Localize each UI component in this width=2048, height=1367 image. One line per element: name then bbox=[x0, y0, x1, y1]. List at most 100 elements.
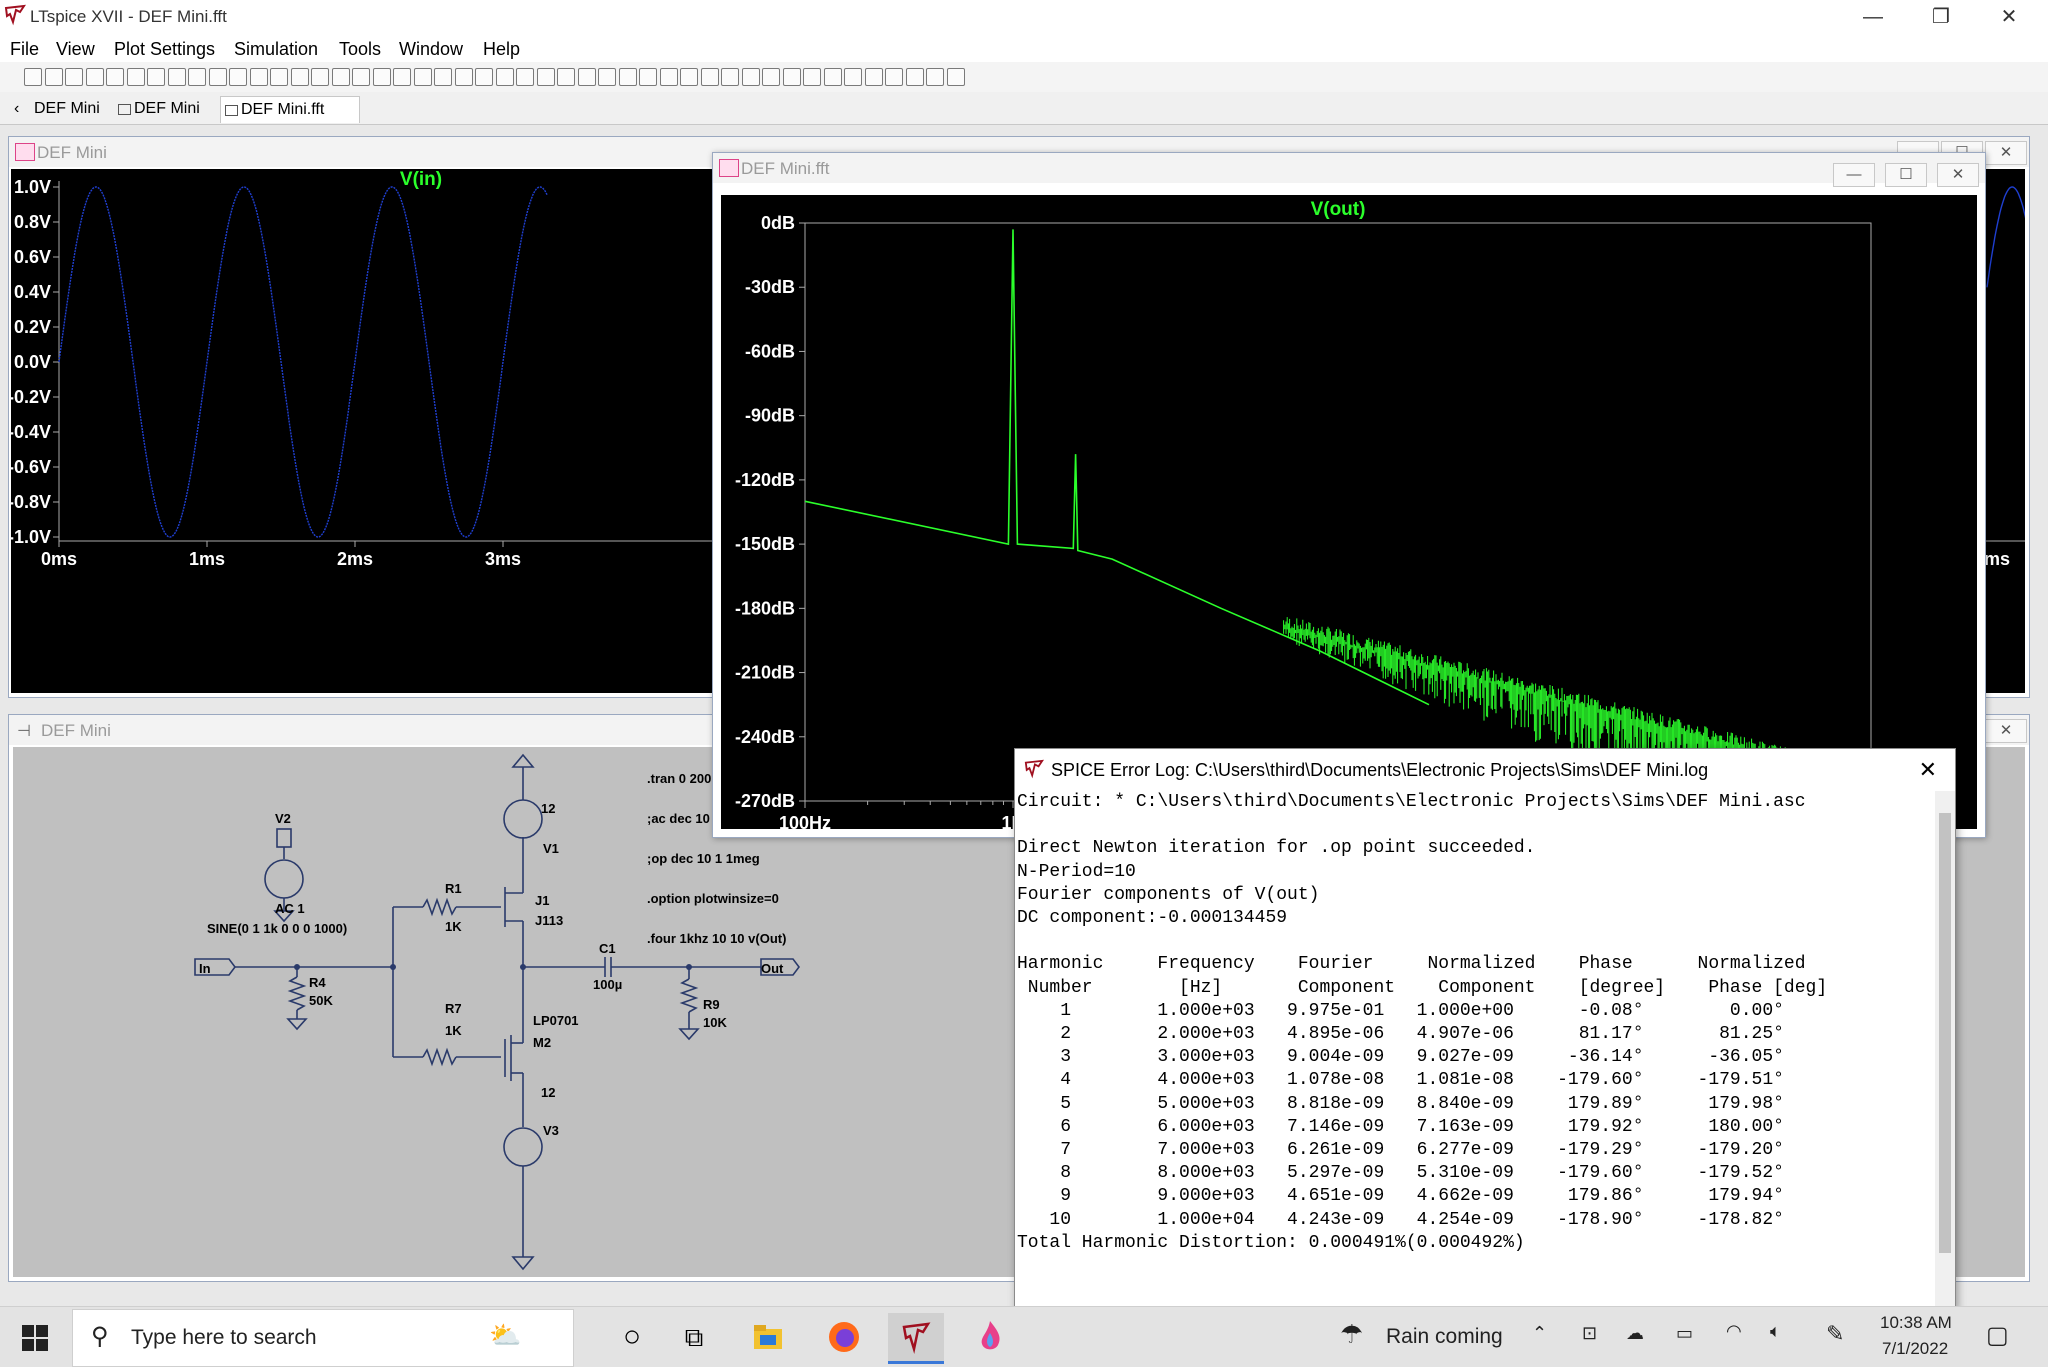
toolbar-button[interactable] bbox=[44, 68, 63, 86]
toolbar-button[interactable] bbox=[598, 68, 616, 86]
app-flame-icon[interactable] bbox=[962, 1313, 1018, 1361]
toolbar-button[interactable] bbox=[208, 68, 227, 86]
toolbar-button[interactable] bbox=[700, 68, 719, 86]
toolbar-button[interactable] bbox=[147, 68, 165, 86]
scrollbar-thumb[interactable] bbox=[1939, 813, 1951, 1253]
toolbar-button[interactable] bbox=[229, 68, 247, 86]
toolbar-button[interactable] bbox=[946, 68, 965, 86]
onedrive-icon[interactable]: ☁ bbox=[1626, 1323, 1644, 1344]
tab-def-mini-fft[interactable]: DEF Mini.fft bbox=[220, 96, 360, 123]
toolbar-button[interactable] bbox=[577, 68, 596, 86]
toolbar-button[interactable] bbox=[557, 68, 575, 86]
toolbar-button[interactable] bbox=[331, 68, 350, 86]
toolbar-button[interactable] bbox=[721, 68, 739, 86]
toolbar-button[interactable] bbox=[823, 68, 842, 86]
toolbar-button[interactable] bbox=[659, 68, 678, 86]
maximize-button[interactable]: ☐ bbox=[1885, 163, 1927, 187]
toolbar-button[interactable] bbox=[372, 68, 391, 86]
clock-date[interactable]: 7/1/2022 bbox=[1882, 1339, 1948, 1359]
menu-plot-settings[interactable]: Plot Settings bbox=[114, 39, 215, 60]
search-box[interactable]: ⚲ Type here to search ⛅ bbox=[72, 1309, 574, 1367]
close-button[interactable]: ✕ bbox=[1985, 719, 2027, 743]
vout-fft-chart[interactable]: 0dB -30dB -60dB -90dB -120dB -150dB -180dB -210… bbox=[721, 195, 1977, 833]
toolbar-button[interactable] bbox=[803, 68, 821, 86]
toolbar-button[interactable] bbox=[167, 68, 186, 86]
toolbar-button[interactable] bbox=[126, 68, 145, 86]
toolbar-button[interactable] bbox=[434, 68, 452, 86]
toolbar-button[interactable] bbox=[188, 68, 206, 86]
error-log-titlebar[interactable]: SPICE Error Log: C:\Users\third\Document… bbox=[1015, 749, 1955, 791]
menu-help[interactable]: Help bbox=[483, 39, 520, 60]
toolbar-button[interactable] bbox=[926, 68, 944, 86]
toolbar-button[interactable] bbox=[844, 68, 862, 86]
fft-plot-area[interactable]: 0dB -30dB -60dB -90dB -120dB -150dB -180dB -210… bbox=[721, 195, 1977, 833]
toolbar-button[interactable] bbox=[516, 68, 534, 86]
error-log-text[interactable]: Circuit: * C:\Users\third\Documents\Elec… bbox=[1015, 791, 1935, 1307]
cortana-icon[interactable]: ○ bbox=[604, 1313, 660, 1361]
toolbar-button[interactable] bbox=[495, 68, 514, 86]
menu-simulation[interactable]: Simulation bbox=[234, 39, 318, 60]
minimize-button[interactable]: — bbox=[1833, 163, 1875, 187]
meet-now-icon[interactable]: ⊡ bbox=[1582, 1323, 1597, 1344]
weather-text[interactable]: Rain coming bbox=[1386, 1325, 1503, 1349]
chevron-up-icon[interactable]: ⌃ bbox=[1532, 1323, 1547, 1344]
toolbar-button[interactable] bbox=[106, 68, 124, 86]
toolbar-button[interactable] bbox=[249, 68, 268, 86]
toolbar-button[interactable] bbox=[270, 68, 288, 86]
restore-button[interactable]: ❐ bbox=[1910, 0, 1972, 34]
menu-window[interactable]: Window bbox=[399, 39, 463, 60]
close-button[interactable]: ✕ bbox=[1985, 141, 2027, 165]
toolbar-button[interactable] bbox=[618, 68, 637, 86]
ltspice-taskbar-icon[interactable] bbox=[888, 1313, 944, 1364]
toolbar-button[interactable] bbox=[741, 68, 760, 86]
minimize-button[interactable]: — bbox=[1842, 0, 1904, 34]
toolbar-button[interactable] bbox=[782, 68, 801, 86]
toolbar-button[interactable] bbox=[475, 68, 493, 86]
battery-icon[interactable]: ▭ bbox=[1676, 1323, 1693, 1344]
toolbar-button[interactable] bbox=[393, 68, 411, 86]
spice-error-log-window[interactable]: SPICE Error Log: C:\Users\third\Document… bbox=[1014, 748, 1956, 1310]
directive-ac[interactable]: ;ac dec 10 bbox=[647, 811, 710, 826]
close-icon[interactable]: ✕ bbox=[1919, 757, 1937, 783]
log-line: Circuit: * C:\Users\third\Documents\Elec… bbox=[1017, 792, 1806, 812]
rain-icon[interactable]: ☂ bbox=[1340, 1319, 1363, 1350]
fft-window-titlebar[interactable]: DEF Mini.fft — ☐ ✕ bbox=[713, 153, 1985, 187]
menu-tools[interactable]: Tools bbox=[339, 39, 381, 60]
directive-option[interactable]: .option plotwinsize=0 bbox=[647, 891, 779, 906]
close-button[interactable]: ✕ bbox=[1937, 163, 1979, 187]
toolbar-button[interactable] bbox=[905, 68, 924, 86]
directive-op[interactable]: ;op dec 10 1 1meg bbox=[647, 851, 760, 866]
toolbar-button[interactable] bbox=[24, 68, 42, 86]
close-button[interactable]: ✕ bbox=[1978, 0, 2040, 34]
toolbar-button[interactable] bbox=[454, 68, 473, 86]
clock-time[interactable]: 10:38 AM bbox=[1880, 1313, 1952, 1333]
toolbar-button[interactable] bbox=[864, 68, 883, 86]
toolbar-button[interactable] bbox=[762, 68, 780, 86]
toolbar-button[interactable] bbox=[885, 68, 903, 86]
toolbar-button[interactable] bbox=[65, 68, 83, 86]
menu-view[interactable]: View bbox=[56, 39, 95, 60]
wifi-icon[interactable]: ◠ bbox=[1726, 1321, 1742, 1342]
scrollbar[interactable] bbox=[1935, 791, 1955, 1307]
toolbar-button[interactable] bbox=[413, 68, 432, 86]
tab-def-mini-plot[interactable]: DEF Mini bbox=[114, 96, 230, 122]
firefox-icon[interactable] bbox=[816, 1313, 872, 1361]
directive-four[interactable]: .four 1khz 10 10 v(Out) bbox=[647, 931, 786, 946]
toolbar-button[interactable] bbox=[352, 68, 370, 86]
menu-file[interactable]: File bbox=[10, 39, 39, 60]
task-view-icon[interactable]: ⧉ bbox=[666, 1313, 722, 1361]
speaker-icon[interactable]: 🔈︎ bbox=[1770, 1321, 1781, 1342]
toolbar-button[interactable] bbox=[536, 68, 555, 86]
directive-tran[interactable]: .tran 0 200 bbox=[647, 771, 711, 786]
tab-def-mini-schematic[interactable]: ‹ DEF Mini bbox=[8, 96, 124, 122]
fft-window[interactable]: DEF Mini.fft — ☐ ✕ 0dB -30dB -60dB -90dB -12… bbox=[712, 152, 1986, 838]
windows-start-icon[interactable] bbox=[22, 1325, 48, 1351]
pen-icon[interactable]: ✎ bbox=[1826, 1321, 1844, 1347]
toolbar-button[interactable] bbox=[311, 68, 329, 86]
toolbar-button[interactable] bbox=[85, 68, 104, 86]
toolbar-button[interactable] bbox=[639, 68, 657, 86]
notification-icon[interactable]: ▢ bbox=[1986, 1321, 2009, 1350]
toolbar-button[interactable] bbox=[680, 68, 698, 86]
toolbar-button[interactable] bbox=[290, 68, 309, 86]
file-explorer-icon[interactable] bbox=[740, 1313, 796, 1361]
